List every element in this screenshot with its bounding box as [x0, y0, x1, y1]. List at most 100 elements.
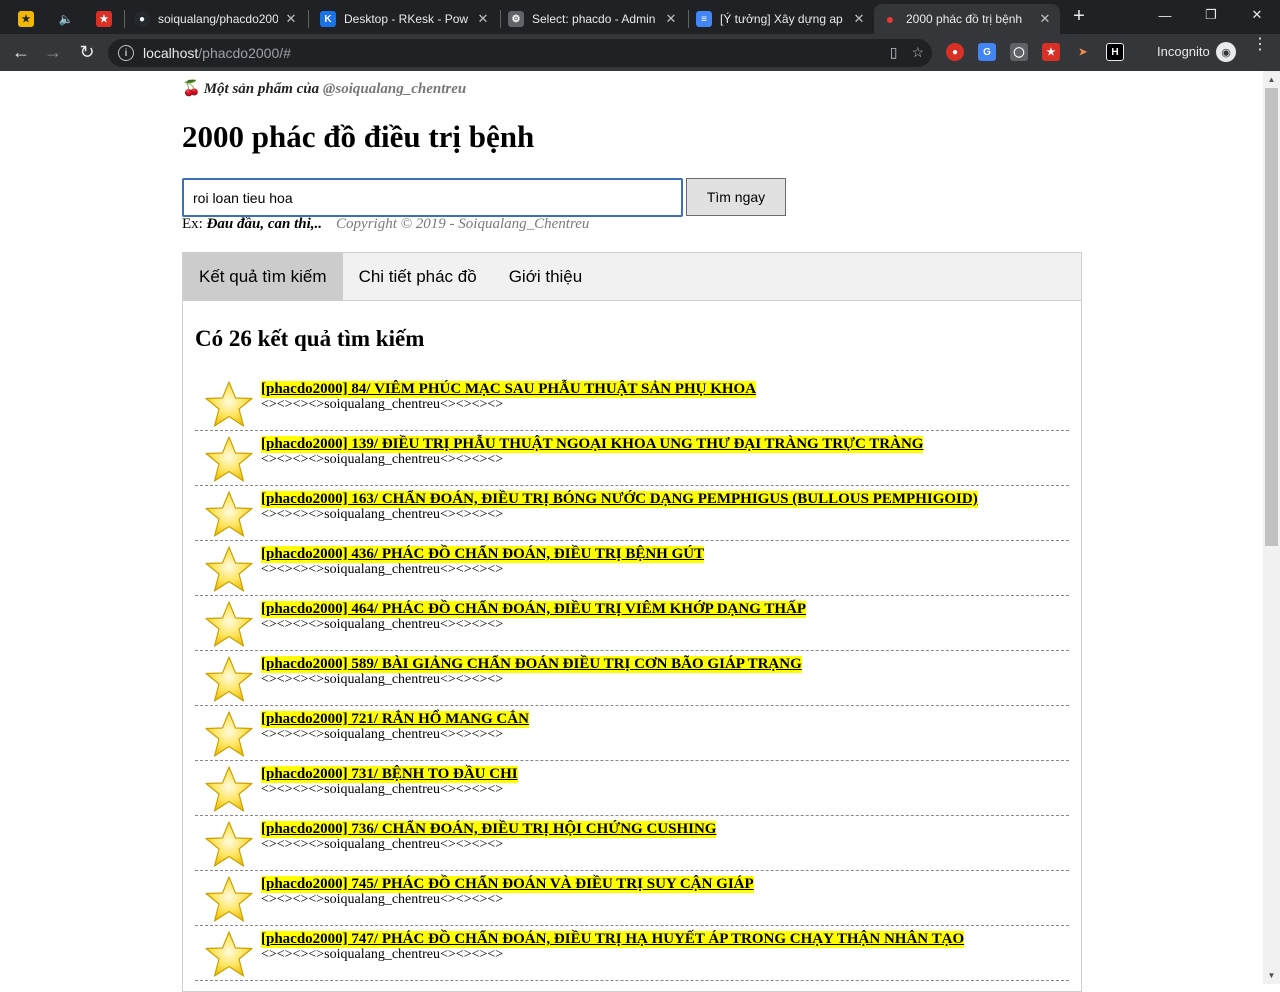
url-path: /phacdo2000/#	[198, 45, 291, 61]
site-info-icon[interactable]: i	[118, 45, 134, 61]
incognito-icon[interactable]: ◉	[1216, 42, 1236, 62]
extension-icon-6[interactable]: H	[1106, 43, 1124, 61]
result-title-link[interactable]: [phacdo2000] 84/ VIÊM PHÚC MẠC SAU PHẪU …	[261, 381, 757, 398]
result-subtitle: <><><><>soiqualang_chentreu<><><><>	[261, 782, 504, 797]
result-title-link[interactable]: [phacdo2000] 464/ PHÁC ĐỒ CHẨN ĐOÁN, ĐIỀ…	[261, 601, 807, 618]
browser-tab-title: 2000 phác đồ trị bệnh	[906, 12, 1023, 26]
result-item: [phacdo2000] 731/ BỆNH TO ĐẦU CHI <><><>…	[195, 761, 1069, 816]
star-icon	[203, 820, 255, 870]
browser-menu-button[interactable]: ⋮	[1252, 37, 1268, 53]
browser-tab-pinned-2[interactable]: 🔈	[50, 4, 84, 34]
new-tab-button[interactable]: +	[1068, 6, 1090, 28]
browser-tab-pinned-3[interactable]: ★	[88, 4, 122, 34]
browser-tab-title: Desktop - RKesk - Pow	[344, 12, 469, 26]
cherry-icon: ●	[885, 11, 895, 27]
close-icon[interactable]: ✕	[1038, 11, 1052, 27]
result-subtitle: <><><><>soiqualang_chentreu<><><><>	[261, 672, 504, 687]
browser-tab-title: Select: phacdo - Admin	[532, 12, 656, 26]
browser-tab-title: [Ý tưởng] Xây dựng ap	[720, 12, 843, 26]
star-icon	[203, 435, 255, 485]
db-admin-icon: ⚙	[508, 11, 524, 27]
bookmark-icon: ★	[18, 11, 34, 27]
browser-tab-strip: ★ 🔈 ★ ● soiqualang/phacdo2000 ✕ K Deskto…	[0, 0, 1280, 34]
result-title-link[interactable]: [phacdo2000] 436/ PHÁC ĐỒ CHẨN ĐOÁN, ĐIỀ…	[261, 546, 705, 563]
star-icon	[203, 930, 255, 980]
page-scrollbar[interactable]: ▲ ▼	[1263, 71, 1280, 984]
result-item: [phacdo2000] 747/ PHÁC ĐỒ CHẨN ĐOÁN, ĐIỀ…	[195, 926, 1069, 981]
browser-tab-github[interactable]: ● soiqualang/phacdo2000 ✕	[126, 4, 306, 34]
translate-icon[interactable]: ▯	[890, 44, 898, 61]
star-icon	[203, 490, 255, 540]
tab-about[interactable]: Giới thiệu	[493, 253, 599, 301]
back-button[interactable]: ←	[8, 39, 34, 65]
result-subtitle: <><><><>soiqualang_chentreu<><><><>	[261, 947, 504, 962]
bookmark-star-icon[interactable]: ☆	[911, 44, 924, 61]
result-subtitle: <><><><>soiqualang_chentreu<><><><>	[261, 397, 504, 412]
result-item: [phacdo2000] 139/ ĐIỀU TRỊ PHẪU THUẬT NG…	[195, 431, 1069, 486]
browser-tab-title: soiqualang/phacdo2000	[158, 12, 278, 26]
result-title-link[interactable]: [phacdo2000] 721/ RẮN HỔ MANG CẮN	[261, 711, 529, 728]
result-subtitle: <><><><>soiqualang_chentreu<><><><>	[261, 562, 504, 577]
search-input[interactable]	[182, 178, 683, 217]
result-item: [phacdo2000] 84/ VIÊM PHÚC MẠC SAU PHẪU …	[195, 376, 1069, 431]
result-title-link[interactable]: [phacdo2000] 747/ PHÁC ĐỒ CHẨN ĐOÁN, ĐIỀ…	[261, 931, 965, 948]
result-item: [phacdo2000] 721/ RẮN HỔ MANG CẮN <><><><…	[195, 706, 1069, 761]
search-button[interactable]: Tìm ngay	[686, 178, 786, 216]
result-title-link[interactable]: [phacdo2000] 163/ CHẨN ĐOÁN, ĐIỀU TRỊ BÓ…	[261, 491, 978, 508]
result-title-link[interactable]: [phacdo2000] 731/ BỆNH TO ĐẦU CHI	[261, 766, 518, 783]
docs-icon: ≡	[696, 11, 712, 27]
speaker-icon: 🔈	[58, 12, 74, 26]
browser-tab-active[interactable]: ● 2000 phác đồ trị bệnh ✕	[874, 4, 1060, 34]
close-icon[interactable]: ✕	[852, 11, 866, 27]
forward-button[interactable]: →	[40, 39, 66, 65]
results-count-heading: Có 26 kết quả tìm kiếm	[195, 326, 425, 351]
browser-tab-pinned-1[interactable]: ★	[10, 4, 44, 34]
credit-line: 🍒 Một sản phẩm của @soiqualang_chentreu	[182, 79, 466, 98]
tabs-panel: Kết quả tìm kiếm Chi tiết phác đồ Giới t…	[182, 252, 1082, 992]
scroll-down-arrow-icon[interactable]: ▼	[1263, 967, 1280, 984]
result-item: [phacdo2000] 736/ CHẨN ĐOÁN, ĐIỀU TRỊ HỘ…	[195, 816, 1069, 871]
credit-handle: @soiqualang_chentreu	[322, 81, 467, 97]
restore-button[interactable]: ❐	[1188, 0, 1234, 30]
k-app-icon: K	[320, 11, 336, 27]
result-item: [phacdo2000] 464/ PHÁC ĐỒ CHẨN ĐOÁN, ĐIỀ…	[195, 596, 1069, 651]
star-icon	[203, 655, 255, 705]
browser-tab-admin[interactable]: ⚙ Select: phacdo - Admin ✕	[500, 4, 686, 34]
close-icon[interactable]: ✕	[476, 11, 490, 27]
result-item: [phacdo2000] 745/ PHÁC ĐỒ CHẨN ĐOÁN VÀ Đ…	[195, 871, 1069, 926]
tab-search-results[interactable]: Kết quả tìm kiếm	[183, 253, 343, 301]
scroll-up-arrow-icon[interactable]: ▲	[1263, 71, 1280, 88]
github-icon: ●	[134, 11, 150, 27]
address-bar[interactable]: i localhost/phacdo2000/# ▯ ☆	[108, 39, 932, 67]
star-icon	[203, 600, 255, 650]
window-close-button[interactable]: ✕	[1234, 0, 1280, 30]
hint-label: Ex:	[182, 216, 207, 232]
close-icon[interactable]: ✕	[284, 11, 298, 27]
result-title-link[interactable]: [phacdo2000] 736/ CHẨN ĐOÁN, ĐIỀU TRỊ HỘ…	[261, 821, 717, 838]
result-title-link[interactable]: [phacdo2000] 745/ PHÁC ĐỒ CHẨN ĐOÁN VÀ Đ…	[261, 876, 754, 893]
reload-button[interactable]: ↻	[74, 39, 100, 65]
result-subtitle: <><><><>soiqualang_chentreu<><><><>	[261, 452, 504, 467]
result-title-link[interactable]: [phacdo2000] 589/ BÀI GIẢNG CHẨN ĐOÁN ĐI…	[261, 656, 802, 673]
search-hint: Ex: Đau đầu, can thi,.. Copyright © 2019 …	[182, 216, 589, 233]
hint-example: Đau đầu, can thi,..	[206, 216, 323, 232]
browser-tab-docs[interactable]: ≡ [Ý tưởng] Xây dựng ap ✕	[688, 4, 874, 34]
star-icon	[203, 545, 255, 595]
close-icon[interactable]: ✕	[664, 11, 678, 27]
result-item: [phacdo2000] 163/ CHẨN ĐOÁN, ĐIỀU TRỊ BÓ…	[195, 486, 1069, 541]
browser-tab-desktop[interactable]: K Desktop - RKesk - Pow ✕	[312, 4, 498, 34]
extension-translate-icon[interactable]: G	[978, 43, 996, 61]
extension-icon-4[interactable]: ★	[1042, 43, 1060, 61]
result-title-link[interactable]: [phacdo2000] 139/ ĐIỀU TRỊ PHẪU THUẬT NG…	[261, 436, 924, 453]
credit-prefix: Một sản phẩm của	[203, 81, 323, 97]
minimize-button[interactable]: —	[1142, 0, 1188, 30]
result-subtitle: <><><><>soiqualang_chentreu<><><><>	[261, 727, 504, 742]
star-icon	[203, 380, 255, 430]
star-app-icon: ★	[96, 11, 112, 27]
extension-icon-5[interactable]: ➤	[1074, 43, 1092, 61]
scrollbar-thumb[interactable]	[1265, 88, 1278, 546]
extension-icon-3[interactable]: ◯	[1010, 43, 1028, 61]
page-title: 2000 phác đồ điều trị bệnh	[182, 119, 535, 154]
tab-protocol-details[interactable]: Chi tiết phác đồ	[343, 253, 493, 301]
extension-icon-1[interactable]: ●	[946, 43, 964, 61]
